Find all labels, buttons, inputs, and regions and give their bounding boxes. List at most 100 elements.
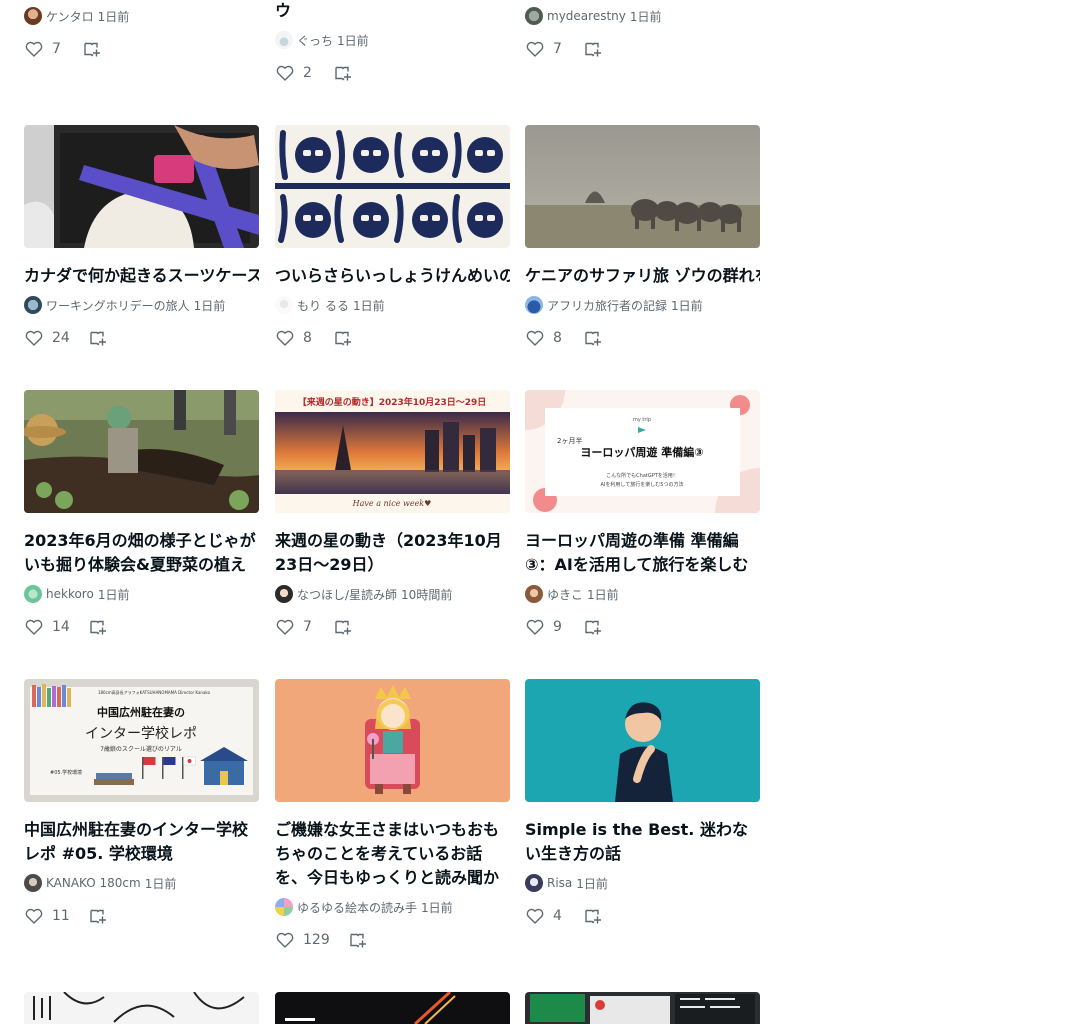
like-count: 8: [303, 330, 312, 346]
article-title[interactable]: 来週の星の動き（2023年10月23日〜29日）: [275, 529, 510, 577]
article-thumbnail[interactable]: [275, 992, 510, 1024]
avatar: [275, 898, 293, 916]
magazine-add-icon[interactable]: [82, 39, 102, 59]
heart-icon[interactable]: [275, 930, 295, 950]
author-info[interactable]: mydearestny 1日前: [525, 6, 662, 26]
thumbnail-line1-text: こんな所でもChatGPTを活用！: [606, 472, 678, 479]
author-info[interactable]: ぐっち 1日前: [275, 30, 369, 50]
author-name: ぐっち: [297, 33, 334, 48]
magazine-add-icon[interactable]: [88, 906, 108, 926]
magazine-add-icon[interactable]: [583, 39, 603, 59]
thumbnail-banner-text: 【来週の星の動き】2023年10月23日〜29日: [298, 396, 487, 408]
avatar: [24, 585, 42, 603]
card-actions: 7: [525, 37, 603, 61]
author-info[interactable]: hekkoro 1日前: [24, 584, 129, 604]
thumbnail-top-text: 180cm高身長アラフォKATSUHANOMAMA Director Kanak…: [98, 689, 211, 695]
card-actions: 2: [275, 61, 353, 85]
author-info[interactable]: ケンタロ 1日前: [24, 6, 129, 26]
author-info[interactable]: KANAKO 180cm 1日前: [24, 873, 176, 893]
author-info[interactable]: ワーキングホリデーの旅人 1日前: [24, 295, 225, 315]
author-info[interactable]: なつほし/星読み師 10時間前: [275, 584, 452, 604]
avatar: [275, 296, 293, 314]
heart-icon[interactable]: [275, 617, 295, 637]
thumbnail-footer-text: Have a nice week♥: [352, 499, 432, 508]
avatar: [525, 874, 543, 892]
article-title[interactable]: Simple is the Best. 迷わない生き方の話: [525, 818, 760, 866]
heart-icon[interactable]: [275, 328, 295, 348]
author-info[interactable]: ゆるゆる絵本の読み手 1日前: [275, 897, 453, 917]
heart-icon[interactable]: [525, 328, 545, 348]
author-name: Risa: [547, 876, 573, 890]
card-actions: 14: [24, 615, 108, 639]
author-info[interactable]: ゆきこ 1日前: [525, 584, 619, 604]
magazine-add-icon[interactable]: [583, 328, 603, 348]
author-info[interactable]: Risa 1日前: [525, 873, 608, 893]
post-time: 1日前: [193, 298, 226, 313]
article-title[interactable]: カナダで何か起きるスーツケースの旅程表: [24, 264, 259, 288]
card-actions: 24: [24, 326, 108, 350]
article-thumbnail[interactable]: [24, 992, 259, 1024]
article-title[interactable]: ついらさらいっしょうけんめいの話と: [275, 264, 510, 288]
magazine-add-icon[interactable]: [333, 617, 353, 637]
post-time: 1日前: [671, 298, 703, 313]
article-title[interactable]: 2023年6月の畑の様子とじゃがいも掘り体験会&夏野菜の植え付けのまとめ: [24, 529, 259, 577]
card-actions: 7: [24, 37, 102, 61]
article-thumbnail[interactable]: [24, 390, 259, 513]
author-name: KANAKO 180cm: [46, 876, 141, 890]
magazine-add-icon[interactable]: [333, 63, 353, 83]
heart-icon[interactable]: [24, 328, 44, 348]
article-title[interactable]: ケニアのサファリ旅 ゾウの群れを追って: [525, 264, 760, 288]
article-thumbnail[interactable]: 【来週の星の動き】2023年10月23日〜29日 Have a nice wee…: [275, 390, 510, 513]
article-thumbnail[interactable]: [275, 125, 510, 248]
article-thumbnail[interactable]: [525, 679, 760, 802]
heart-icon[interactable]: [525, 617, 545, 637]
article-thumbnail[interactable]: [275, 679, 510, 802]
heart-icon[interactable]: [525, 906, 545, 926]
avatar: [24, 874, 42, 892]
author-name-secondary: るる: [325, 298, 350, 313]
thumbnail-main-text: 中国広州駐在妻の: [97, 705, 185, 719]
author-info[interactable]: アフリカ旅行者の記録 1日前: [525, 295, 703, 315]
article-thumbnail[interactable]: 180cm高身長アラフォKATSUHANOMAMA Director Kanak…: [24, 679, 259, 802]
like-count: 9: [553, 619, 562, 635]
like-count: 7: [52, 41, 61, 57]
magazine-add-icon[interactable]: [333, 328, 353, 348]
heart-icon[interactable]: [24, 906, 44, 926]
magazine-add-icon[interactable]: [583, 906, 603, 926]
post-time: 1日前: [337, 33, 369, 48]
like-count: 129: [303, 932, 330, 948]
card-actions: 4: [525, 904, 603, 928]
heart-icon[interactable]: [275, 63, 295, 83]
heart-icon[interactable]: [24, 39, 44, 59]
avatar: [24, 7, 42, 25]
magazine-add-icon[interactable]: [348, 930, 368, 950]
thumbnail-sub-text: 2ヶ月半: [557, 436, 582, 445]
post-time: 1日前: [97, 587, 130, 602]
author-name: ケンタロ: [46, 9, 94, 24]
card-actions: 9: [525, 615, 603, 639]
magazine-add-icon[interactable]: [88, 617, 108, 637]
article-thumbnail[interactable]: [525, 125, 760, 248]
heart-icon[interactable]: [525, 39, 545, 59]
post-time: 1日前: [353, 298, 385, 313]
like-count: 11: [52, 908, 70, 924]
avatar: [525, 7, 543, 25]
like-count: 7: [553, 41, 562, 57]
magazine-add-icon[interactable]: [583, 617, 603, 637]
author-info[interactable]: もり るる 1日前: [275, 295, 385, 315]
card-actions: 7: [275, 615, 353, 639]
avatar: [275, 585, 293, 603]
article-thumbnail[interactable]: my trip 2ヶ月半 ヨーロッパ周遊 準備編③ こんな所でもChatGPTを…: [525, 390, 760, 513]
article-title[interactable]: ウ: [275, 0, 510, 23]
article-title[interactable]: 中国広州駐在妻のインター学校レポ #05. 学校環境: [24, 818, 259, 866]
article-thumbnail[interactable]: [525, 992, 760, 1024]
card-actions: 8: [275, 326, 353, 350]
post-time: 1日前: [587, 587, 619, 602]
thumbnail-sub-text: 7歳娘のスクール選びのリアル: [100, 745, 182, 753]
article-thumbnail[interactable]: [24, 125, 259, 248]
thumbnail-main-text: ヨーロッパ周遊 準備編③: [580, 445, 703, 459]
magazine-add-icon[interactable]: [88, 328, 108, 348]
article-title[interactable]: ご機嫌な女王さまはいつもおもちゃのことを考えているお話を、今日もゆっくりと読み聞…: [275, 818, 510, 890]
heart-icon[interactable]: [24, 617, 44, 637]
article-title[interactable]: ヨーロッパ周遊の準備 準備編③：AIを活用して旅行を楽しむ５つの方法: [525, 529, 760, 577]
